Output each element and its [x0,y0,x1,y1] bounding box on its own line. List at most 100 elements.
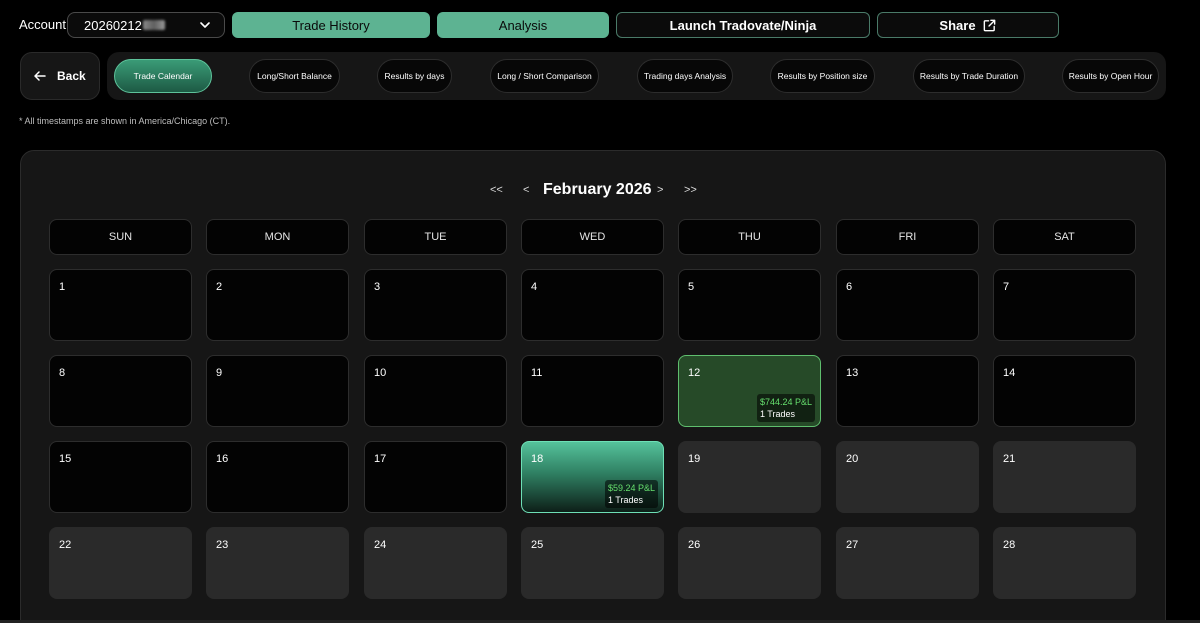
calendar-day-cell[interactable]: 18 $59.24 P&L 1 Trades [521,441,664,513]
account-select[interactable]: 20260212 [67,12,225,38]
back-button[interactable]: Back [20,52,100,100]
day-pnl: $59.24 P&L [607,483,655,493]
calendar-day-cell[interactable]: 14 [993,355,1136,427]
calendar-day-cell[interactable]: 10 [364,355,507,427]
day-summary: $744.24 P&L 1 Trades [756,394,815,422]
day-number: 14 [1003,367,1016,379]
calendar-day-cell[interactable]: 9 [206,355,349,427]
day-trade-count: 1 Trades [759,409,795,419]
day-number: 1 [59,281,66,293]
calendar-day-cell[interactable]: 13 [836,355,979,427]
day-number: 26 [688,539,701,551]
weekday-header: MON [206,219,349,255]
calendar-day-cell[interactable]: 2 [206,269,349,341]
share-button[interactable]: Share [877,12,1059,38]
day-summary: $59.24 P&L 1 Trades [604,480,658,508]
calendar-day-cell[interactable]: 1 [49,269,192,341]
calendar-day-cell[interactable]: 12 $744.24 P&L 1 Trades [678,355,821,427]
tab-results-by-trade-duration[interactable]: Results by Trade Duration [913,59,1025,93]
prev-month-button[interactable]: < [523,184,529,196]
tab-trading-days-analysis[interactable]: Trading days Analysis [637,59,733,93]
tab-trade-calendar[interactable]: Trade Calendar [114,59,212,93]
prev-year-button[interactable]: << [490,184,503,196]
calendar-day-cell[interactable]: 23 [206,527,349,599]
day-number: 13 [846,367,859,379]
day-number: 18 [531,453,544,465]
day-pnl: $744.24 P&L [759,397,812,407]
day-number: 2 [216,281,223,293]
back-label: Back [57,69,86,83]
arrow-left-icon [34,71,46,81]
day-number: 4 [531,281,538,293]
next-month-button[interactable]: > [657,184,663,196]
timezone-note: * All timestamps are shown in America/Ch… [19,116,231,126]
weekday-header: SAT [993,219,1136,255]
account-redaction [142,20,165,30]
tab-results-by-days[interactable]: Results by days [377,59,452,93]
calendar-day-cell[interactable]: 25 [521,527,664,599]
calendar-day-cell[interactable]: 11 [521,355,664,427]
calendar-day-cell[interactable]: 3 [364,269,507,341]
day-number: 8 [59,367,66,379]
day-number: 28 [1003,539,1016,551]
month-title: February 2026 [543,181,652,198]
day-number: 9 [216,367,223,379]
day-number: 11 [531,367,543,379]
day-number: 22 [59,539,72,551]
calendar-day-cell[interactable]: 17 [364,441,507,513]
calendar-day-cell[interactable]: 8 [49,355,192,427]
calendar-day-cell[interactable]: 7 [993,269,1136,341]
day-number: 7 [1003,281,1010,293]
day-number: 10 [374,367,387,379]
day-number: 27 [846,539,859,551]
calendar-day-cell[interactable]: 6 [836,269,979,341]
calendar-day-cell[interactable]: 26 [678,527,821,599]
chevron-down-icon [200,22,210,28]
share-label: Share [939,17,976,33]
day-number: 23 [216,539,229,551]
account-label: Account [19,17,66,32]
weekday-header: WED [521,219,664,255]
day-number: 25 [531,539,544,551]
calendar-day-cell[interactable]: 28 [993,527,1136,599]
calendar-day-cell[interactable]: 19 [678,441,821,513]
day-number: 21 [1003,453,1016,465]
calendar-day-cell[interactable]: 15 [49,441,192,513]
day-number: 20 [846,453,859,465]
day-number: 17 [374,453,387,465]
trade-history-button[interactable]: Trade History [232,12,430,38]
calendar-day-cell[interactable]: 21 [993,441,1136,513]
calendar-day-cell[interactable]: 20 [836,441,979,513]
day-number: 6 [846,281,853,293]
analysis-button[interactable]: Analysis [437,12,609,38]
account-value: 20260212 [84,17,142,33]
external-link-icon [983,19,995,31]
next-year-button[interactable]: >> [684,184,697,196]
calendar-day-cell[interactable]: 5 [678,269,821,341]
weekday-header: THU [678,219,821,255]
day-trade-count: 1 Trades [607,495,643,505]
weekday-header: FRI [836,219,979,255]
calendar-day-cell[interactable]: 16 [206,441,349,513]
day-number: 19 [688,453,701,465]
weekday-header: TUE [364,219,507,255]
day-number: 5 [688,281,695,293]
day-number: 3 [374,281,381,293]
day-number: 24 [374,539,387,551]
day-number: 15 [59,453,72,465]
calendar-day-cell[interactable]: 22 [49,527,192,599]
weekday-header: SUN [49,219,192,255]
analysis-tab-bar: Trade Calendar Long/Short Balance Result… [107,52,1166,100]
day-number: 16 [216,453,229,465]
calendar-day-cell[interactable]: 27 [836,527,979,599]
calendar-day-cell[interactable]: 4 [521,269,664,341]
tab-long-short-balance[interactable]: Long/Short Balance [249,59,340,93]
calendar-day-cell[interactable]: 24 [364,527,507,599]
top-bar: Account 20260212 Trade History Analysis … [0,0,1200,50]
launch-tradovate-button[interactable]: Launch Tradovate/Ninja [616,12,870,38]
calendar-navigation: << < February 2026 > >> [0,180,1200,204]
day-number: 12 [688,367,701,379]
tab-long-short-comparison[interactable]: Long / Short Comparison [490,59,599,93]
tab-results-by-open-hour[interactable]: Results by Open Hour [1062,59,1159,93]
tab-results-by-position-size[interactable]: Results by Position size [770,59,875,93]
